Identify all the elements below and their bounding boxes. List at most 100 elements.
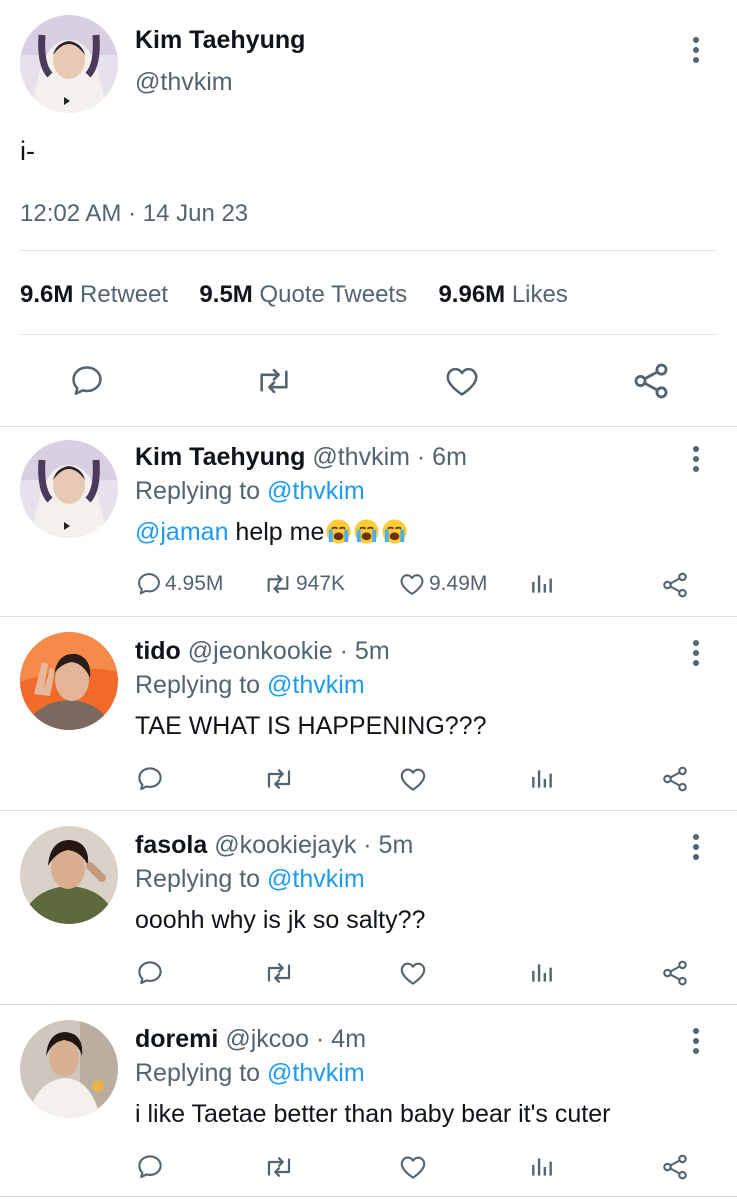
share-button[interactable] (660, 1152, 690, 1182)
reply-author-name[interactable]: doremi (135, 1025, 218, 1053)
replying-to: Replying to @thvkim (135, 1059, 365, 1088)
divider (0, 810, 737, 811)
retweet-button[interactable]: 947K (262, 570, 345, 598)
retweet-icon (260, 368, 288, 394)
reply-text: @jaman help me (135, 518, 408, 547)
like-count: 9.49M (429, 572, 488, 595)
author-name[interactable]: Kim Taehyung (135, 26, 305, 55)
reply-author-handle[interactable]: @thvkim (312, 443, 410, 471)
replying-to-prefix: Replying to (135, 1059, 261, 1087)
avatar[interactable] (20, 440, 118, 538)
like-button[interactable]: 9.49M (397, 570, 487, 598)
retweet-icon (267, 1157, 291, 1177)
retweets-stat[interactable]: 9.6M Retweet (20, 281, 168, 308)
avatar[interactable] (20, 632, 118, 730)
more-options-icon[interactable] (691, 640, 701, 666)
retweet-icon (267, 769, 291, 789)
divider (0, 616, 737, 617)
like-button[interactable] (397, 1152, 429, 1182)
reply-icon (72, 366, 102, 395)
share-button[interactable] (660, 958, 690, 988)
divider (20, 250, 717, 251)
share-button[interactable] (660, 764, 690, 794)
like-icon (400, 574, 424, 595)
loudly-crying-face-icon (326, 519, 351, 544)
reply-header: Kim Taehyung @thvkim · 6m (135, 443, 467, 472)
share-icon (663, 572, 687, 598)
likes-stat[interactable]: 9.96M Likes (438, 281, 567, 308)
replying-to: Replying to @thvkim (135, 865, 365, 894)
reply-time[interactable]: · 4m (316, 1025, 366, 1053)
analytics-icon (532, 1158, 552, 1176)
reply-author-name[interactable]: fasola (135, 831, 207, 859)
replying-to-link[interactable]: @thvkim (267, 865, 365, 893)
reply-button[interactable] (68, 362, 106, 400)
like-icon (400, 962, 426, 985)
reply-text: i like Taetae better than baby bear it's… (135, 1100, 611, 1128)
analytics-button[interactable] (529, 766, 555, 792)
analytics-icon (532, 770, 552, 788)
like-button[interactable] (397, 764, 429, 794)
reply-author-handle[interactable]: @jeonkookie (188, 637, 333, 665)
reply-icon (138, 961, 162, 985)
analytics-button[interactable] (529, 571, 555, 597)
replying-to-link[interactable]: @thvkim (267, 671, 365, 699)
like-button[interactable] (397, 958, 429, 988)
retweet-button[interactable] (262, 764, 296, 794)
quotes-count: 9.5M (199, 281, 253, 308)
divider (0, 1004, 737, 1005)
share-icon (634, 363, 668, 399)
like-button[interactable] (442, 362, 482, 400)
quotes-label: Quote Tweets (259, 281, 408, 308)
reply-button[interactable] (135, 1152, 165, 1182)
retweet-count: 947K (296, 572, 346, 595)
reply-count: 4.95M (165, 572, 224, 595)
replying-to-link[interactable]: @thvkim (267, 1059, 365, 1087)
reply-time[interactable]: · 5m (340, 637, 390, 665)
share-button[interactable] (630, 360, 672, 402)
more-options-icon[interactable] (691, 834, 701, 860)
like-icon (400, 768, 426, 791)
timestamp[interactable]: 12:02 AM · 14 Jun 23 (20, 200, 248, 228)
reply-button[interactable] (135, 764, 165, 794)
replying-to-link[interactable]: @thvkim (267, 477, 365, 505)
more-options-icon[interactable] (691, 446, 701, 472)
replying-to: Replying to @thvkim (135, 671, 365, 700)
analytics-icon (532, 575, 552, 593)
mention-link[interactable]: @jaman (135, 518, 228, 546)
reply-header: tido @jeonkookie · 5m (135, 637, 390, 666)
avatar[interactable] (20, 15, 118, 113)
retweet-button[interactable] (254, 362, 294, 400)
retweet-button[interactable] (262, 958, 296, 988)
quotes-stat[interactable]: 9.5M Quote Tweets (199, 281, 407, 308)
reply-time[interactable]: · 6m (417, 443, 467, 471)
avatar[interactable] (20, 826, 118, 924)
reply-text: TAE WHAT IS HAPPENING??? (135, 712, 487, 740)
reply-button[interactable] (135, 958, 165, 988)
analytics-icon (532, 964, 552, 982)
crying-emoji-group (324, 518, 408, 546)
share-icon (663, 766, 687, 792)
more-options-icon[interactable] (691, 1028, 701, 1054)
analytics-button[interactable] (529, 1154, 555, 1180)
reply-author-handle[interactable]: @kookiejayk (214, 831, 356, 859)
retweet-button[interactable] (262, 1152, 296, 1182)
reply-time[interactable]: · 5m (363, 831, 413, 859)
like-icon (400, 1156, 426, 1179)
reply-button[interactable]: 4.95M (135, 570, 223, 598)
reply-icon (138, 767, 162, 791)
analytics-button[interactable] (529, 960, 555, 986)
reply-author-handle[interactable]: @jkcoo (225, 1025, 309, 1053)
share-button[interactable] (660, 570, 690, 600)
author-handle[interactable]: @thvkim (135, 68, 233, 97)
avatar[interactable] (20, 1020, 118, 1118)
reply-body: help me (228, 518, 325, 546)
reply-author-name[interactable]: tido (135, 637, 181, 665)
more-options-icon[interactable] (691, 37, 701, 63)
reply-author-name[interactable]: Kim Taehyung (135, 443, 305, 471)
loudly-crying-face-icon (382, 519, 407, 544)
replying-to-prefix: Replying to (135, 477, 261, 505)
tweet-text: i- (20, 136, 35, 166)
replying-to-prefix: Replying to (135, 865, 261, 893)
likes-label: Likes (511, 281, 568, 308)
